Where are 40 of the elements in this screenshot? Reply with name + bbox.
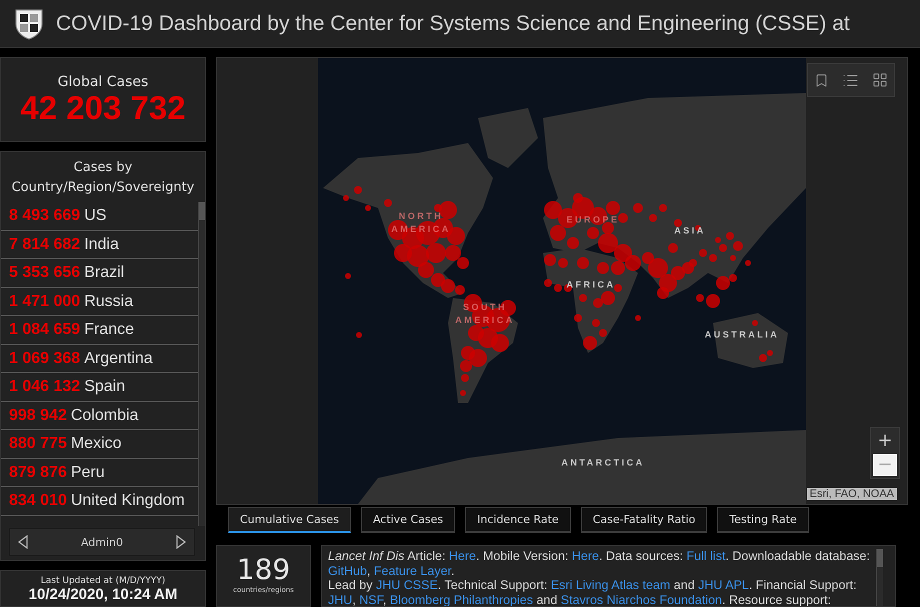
scrollbar[interactable] (198, 202, 205, 526)
info-link[interactable]: GitHub (328, 564, 367, 578)
info-link[interactable]: Bloomberg Philanthropies (390, 592, 533, 606)
continent-label: AFRICA (566, 278, 616, 292)
info-paragraph: Lead by JHU CSSE. Technical Support: Esri Living Atlas team and JHU APL. Financial Support: JHU, NSF, Bloomberg Philanthropies and Stavros Niarchos Foundation. Resource support: (328, 578, 858, 606)
continent-label: ANTARCTICA (560, 456, 646, 470)
tab[interactable]: Active Cases (360, 507, 456, 533)
info-link[interactable]: Here (572, 549, 599, 563)
tab[interactable]: Incidence Rate (465, 507, 571, 533)
continent-label: AUSTRALIA (704, 328, 780, 342)
last-updated-value: 10/24/2020, 10:24 AM (28, 586, 178, 603)
info-link[interactable]: Feature Layer (374, 564, 451, 578)
tab[interactable]: Case-Fatality Ratio (580, 507, 708, 533)
grid-icon[interactable] (872, 72, 888, 88)
dashboard-title: COVID-19 Dashboard by the Center for Systems Science and Engineering (CSSE) at (56, 12, 850, 36)
previous-icon[interactable] (18, 535, 28, 549)
next-icon[interactable] (176, 535, 186, 549)
global-cases-value: 42 203 732 (20, 90, 186, 126)
global-cases-label: Global Cases (58, 74, 148, 90)
pager-label: Admin0 (80, 536, 124, 548)
info-link[interactable]: JHU CSSE (376, 578, 438, 592)
info-link[interactable]: Stavros Niarchos Foundation (560, 592, 722, 606)
info-link[interactable]: JHU APL (698, 578, 749, 592)
info-link[interactable]: JHU (328, 592, 352, 606)
country-list-title: Cases by Country/Region/Sovereignty (10, 159, 196, 197)
tab[interactable]: Cumulative Cases (228, 507, 351, 533)
info-link[interactable]: Full list (686, 549, 726, 563)
shield-logo-icon (14, 8, 44, 40)
info-paragraph: Lancet Inf Dis Article: Here. Mobile Version: Here. Data sources: Full list. Downloadable database: GitHub, Feature Layer. (328, 549, 871, 578)
continent-label: ASIA (673, 224, 707, 238)
bookmark-icon[interactable] (814, 72, 830, 88)
continent-label: NORTH AMERICA (390, 210, 452, 236)
country-count-value: 189 (236, 554, 290, 586)
map-attribution: Esri, FAO, NOAA (806, 488, 897, 500)
info-link[interactable]: NSF (359, 592, 383, 606)
tab[interactable]: Testing Rate (717, 507, 809, 533)
info-link[interactable]: Esri Living Atlas team (550, 578, 670, 592)
last-updated-label: Last Updated at (M/D/YYYY) (40, 576, 166, 586)
scrollbar[interactable] (876, 549, 883, 606)
info-link[interactable]: Here (448, 549, 476, 563)
